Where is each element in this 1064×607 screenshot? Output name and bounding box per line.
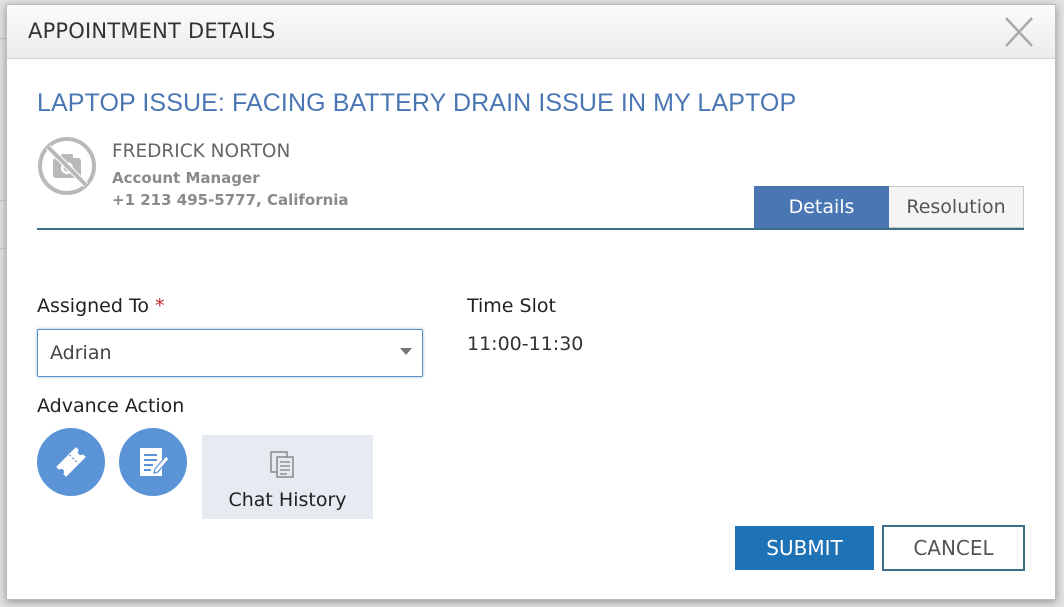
modal-header: APPOINTMENT DETAILS	[7, 5, 1055, 59]
tab-underline	[37, 228, 1024, 230]
close-button[interactable]	[1003, 15, 1035, 49]
appointment-details-modal: APPOINTMENT DETAILS LAPTOP ISSUE: FACING…	[6, 4, 1056, 600]
chevron-down-icon	[400, 348, 412, 355]
documents-icon	[270, 451, 294, 478]
time-slot-value: 11:00-11:30	[467, 333, 584, 355]
contact-name: FREDRICK NORTON	[112, 141, 291, 162]
modal-title: APPOINTMENT DETAILS	[28, 19, 276, 43]
ticket-icon	[56, 447, 86, 477]
chat-history-label: Chat History	[228, 489, 347, 511]
tab-details[interactable]: Details	[754, 186, 889, 228]
close-icon	[1005, 17, 1033, 47]
edit-note-icon	[140, 448, 170, 476]
advance-action-label: Advance Action	[37, 395, 185, 417]
assigned-to-label: Assigned To *	[37, 295, 165, 317]
contact-role: Account Manager	[112, 169, 260, 187]
cancel-button[interactable]: CANCEL	[882, 525, 1025, 571]
ticket-action-button[interactable]	[37, 428, 105, 496]
no-photo-camera-icon	[38, 137, 96, 195]
avatar	[37, 136, 97, 196]
tab-resolution[interactable]: Resolution	[889, 186, 1024, 228]
required-mark: *	[155, 295, 165, 317]
submit-button[interactable]: SUBMIT	[735, 526, 874, 570]
contact-phone-location: +1 213 495-5777, California	[112, 191, 349, 209]
chat-history-button[interactable]: Chat History	[202, 435, 373, 519]
tab-bar: Details Resolution	[754, 186, 1024, 228]
assigned-to-label-text: Assigned To	[37, 295, 149, 317]
edit-note-action-button[interactable]	[119, 428, 187, 496]
time-slot-label: Time Slot	[467, 295, 556, 317]
issue-title: LAPTOP ISSUE: FACING BATTERY DRAIN ISSUE…	[37, 89, 797, 117]
assigned-to-value: Adrian	[50, 342, 112, 364]
assigned-to-select[interactable]: Adrian	[37, 329, 423, 377]
